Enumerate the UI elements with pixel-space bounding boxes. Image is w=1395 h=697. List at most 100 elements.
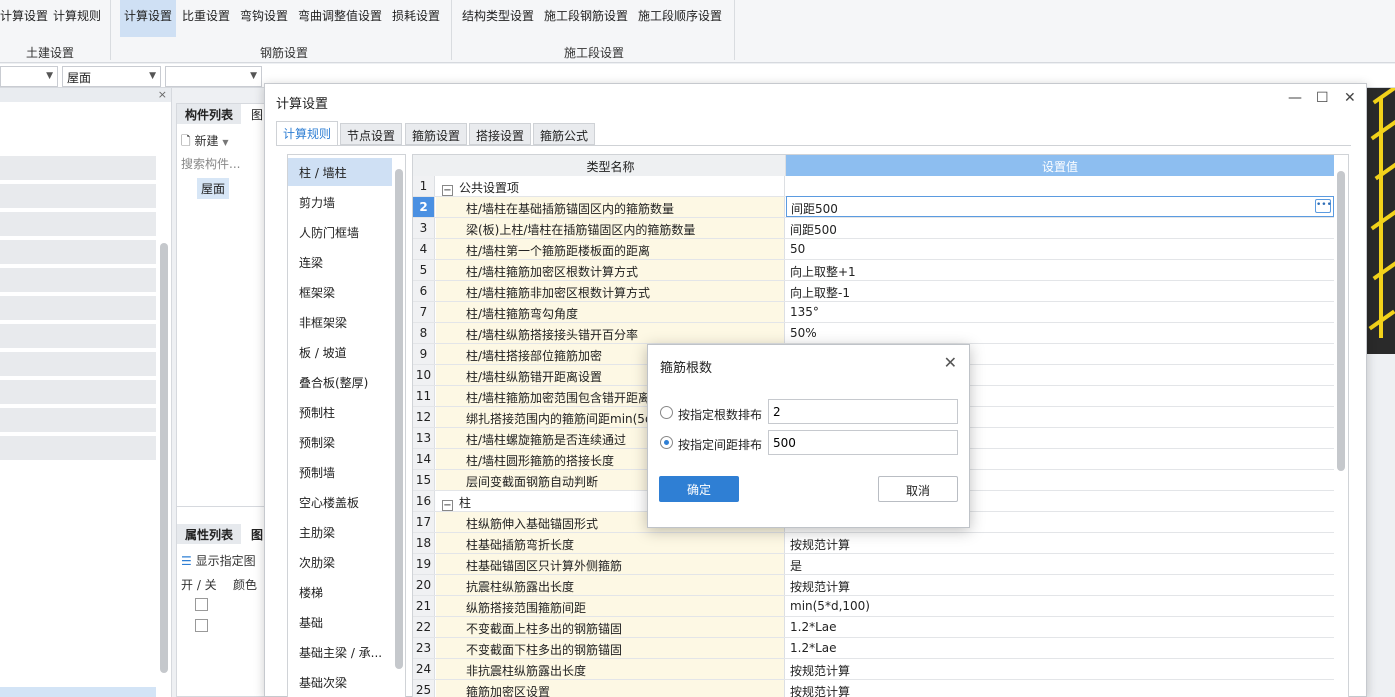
close-icon[interactable]: ✕ — [944, 353, 957, 372]
nav-item[interactable] — [0, 352, 156, 376]
setting-value[interactable]: min(5*d,100) — [786, 596, 1334, 616]
table-row[interactable]: 4 柱/墙柱第一个箍筋距楼板面的距离 50 — [413, 239, 1334, 260]
new-component-button[interactable]: 🗋 新建 ▼ — [181, 132, 228, 153]
setting-value[interactable]: 按规范计算 — [786, 533, 1334, 553]
category-item[interactable]: 次肋梁 — [288, 548, 392, 576]
maximize-icon[interactable]: ☐ — [1316, 90, 1329, 106]
grid-scrollbar[interactable] — [1337, 171, 1345, 471]
nav-item[interactable] — [0, 156, 156, 180]
category-item[interactable]: 柱 / 墙柱 — [288, 158, 392, 186]
floor-dropdown[interactable]: 屋面 ▼ — [62, 66, 161, 87]
collapse-icon[interactable]: − — [442, 500, 453, 511]
table-row[interactable]: 22 不变截面上柱多出的钢筋锚固 1.2*Lae — [413, 617, 1334, 638]
setting-value[interactable]: 向上取整+1 — [786, 260, 1334, 280]
by-spacing-radio[interactable] — [660, 436, 673, 449]
table-row[interactable]: 23 不变截面下柱多出的钢筋锚固 1.2*Lae — [413, 638, 1334, 659]
table-row[interactable]: 24 非抗震柱纵筋露出长度 按规范计算 — [413, 659, 1334, 680]
category-scrollbar[interactable] — [395, 169, 403, 669]
nav-item[interactable] — [0, 240, 156, 264]
layer-checkbox[interactable] — [195, 619, 208, 632]
setting-value[interactable]: 间距500 ••• — [786, 196, 1334, 217]
tab-node-settings[interactable]: 节点设置 — [340, 123, 403, 145]
table-row[interactable]: 21 纵筋搭接范围箍筋间距 min(5*d,100) — [413, 596, 1334, 617]
setting-value[interactable]: 135° — [786, 302, 1334, 322]
nav-item[interactable] — [0, 436, 156, 460]
component-search-input[interactable]: 搜索构件... — [181, 155, 240, 172]
category-item[interactable]: 预制梁 — [288, 428, 392, 456]
ribbon-bend-adjust-button[interactable]: 弯曲调整值设置 — [298, 0, 382, 37]
category-item[interactable]: 框架梁 — [288, 278, 392, 306]
component-dropdown[interactable]: ▼ — [165, 66, 262, 87]
ribbon-hook-button[interactable]: 弯钩设置 — [240, 0, 288, 37]
tab-stirrup-settings[interactable]: 箍筋设置 — [405, 123, 468, 145]
setting-value[interactable]: 是 — [786, 554, 1334, 574]
nav-item[interactable] — [0, 296, 156, 320]
table-row[interactable]: 3 梁(板)上柱/墙柱在插筋锚固区内的箍筋数量 间距500 — [413, 218, 1334, 239]
panel-close-icon[interactable]: × — [158, 88, 167, 101]
category-item[interactable]: 预制墙 — [288, 458, 392, 486]
table-row[interactable]: 7 柱/墙柱箍筋弯勾角度 135° — [413, 302, 1334, 323]
category-item[interactable]: 非框架梁 — [288, 308, 392, 336]
ribbon-density-button[interactable]: 比重设置 — [182, 0, 230, 37]
nav-item[interactable] — [0, 212, 156, 236]
category-item[interactable]: 叠合板(整厚) — [288, 368, 392, 396]
category-item[interactable]: 连梁 — [288, 248, 392, 276]
table-row[interactable]: 1− 公共设置项 — [413, 176, 1334, 197]
tab-property-list[interactable]: 属性列表 — [177, 524, 242, 544]
setting-value[interactable]: 向上取整-1 — [786, 281, 1334, 301]
table-row[interactable]: 6 柱/墙柱箍筋非加密区根数计算方式 向上取整-1 — [413, 281, 1334, 302]
close-icon[interactable]: ✕ — [1344, 90, 1356, 106]
category-item[interactable]: 基础次梁 — [288, 668, 392, 696]
setting-value[interactable]: 按规范计算 — [786, 680, 1334, 697]
tab-stirrup-formula[interactable]: 箍筋公式 — [533, 123, 596, 145]
table-row[interactable]: 5 柱/墙柱箍筋加密区根数计算方式 向上取整+1 — [413, 260, 1334, 281]
ok-button[interactable]: 确定 — [659, 476, 739, 502]
table-row[interactable]: 18 柱基础插筋弯折长度 按规范计算 — [413, 533, 1334, 554]
nav-item[interactable] — [0, 268, 156, 292]
category-item[interactable]: 基础主梁 / 承... — [288, 638, 392, 666]
table-row[interactable]: 25 箍筋加密区设置 按规范计算 — [413, 680, 1334, 697]
category-item[interactable]: 楼梯 — [288, 578, 392, 606]
component-item-roof[interactable]: 屋面 — [197, 178, 230, 199]
ribbon-calc-settings-civil-button[interactable]: 计算设置 — [0, 0, 48, 37]
show-layer-button[interactable]: ☰ 显示指定图 — [181, 552, 256, 569]
viewport-3d[interactable] — [1367, 88, 1395, 354]
category-item[interactable]: 空心楼盖板 — [288, 488, 392, 516]
tab-component-list[interactable]: 构件列表 — [177, 104, 242, 124]
nav-item[interactable] — [0, 324, 156, 348]
setting-value[interactable]: 按规范计算 — [786, 659, 1334, 679]
count-input[interactable] — [768, 399, 958, 424]
setting-value[interactable]: 1.2*Lae — [786, 617, 1334, 637]
table-row[interactable]: 20 抗震柱纵筋露出长度 按规范计算 — [413, 575, 1334, 596]
spacing-input[interactable] — [768, 430, 958, 455]
category-item[interactable]: 主肋梁 — [288, 518, 392, 546]
table-row[interactable]: 2 柱/墙柱在基础插筋锚固区内的箍筋数量 间距500 ••• — [413, 196, 1334, 218]
tab-calc-rules[interactable]: 计算规则 — [276, 121, 339, 146]
category-item[interactable]: 基础 — [288, 608, 392, 636]
ellipsis-icon[interactable]: ••• — [1315, 199, 1332, 213]
nav-selected-item[interactable] — [0, 687, 156, 697]
category-item[interactable]: 板 / 坡道 — [288, 338, 392, 366]
layer-checkbox[interactable] — [195, 598, 208, 611]
ribbon-calc-settings-button[interactable]: 计算设置 — [120, 0, 176, 37]
table-row[interactable]: 19 柱基础锚固区只计算外侧箍筋是 — [413, 554, 1334, 575]
minimize-icon[interactable]: — — [1288, 90, 1302, 106]
navigation-scrollbar[interactable] — [160, 243, 168, 673]
tab-lap-settings[interactable]: 搭接设置 — [469, 123, 532, 145]
setting-value[interactable]: 1.2*Lae — [786, 638, 1334, 658]
ribbon-loss-button[interactable]: 损耗设置 — [392, 0, 440, 37]
nav-item[interactable] — [0, 380, 156, 404]
setting-value[interactable]: 50% — [786, 323, 1334, 343]
floor-type-dropdown[interactable]: ▼ — [0, 66, 58, 87]
table-row[interactable]: 8 柱/墙柱纵筋搭接接头错开百分率 50% — [413, 323, 1334, 344]
category-item[interactable]: 预制柱 — [288, 398, 392, 426]
ribbon-section-order-button[interactable]: 施工段顺序设置 — [638, 0, 722, 37]
setting-value[interactable]: 50 — [786, 239, 1334, 259]
ribbon-section-rebar-button[interactable]: 施工段钢筋设置 — [544, 0, 628, 37]
ribbon-calc-rules-button[interactable]: 计算规则 — [53, 0, 101, 37]
cancel-button[interactable]: 取消 — [878, 476, 958, 502]
setting-value[interactable]: 间距500 — [786, 218, 1334, 238]
nav-item[interactable] — [0, 408, 156, 432]
collapse-icon[interactable]: − — [442, 185, 453, 196]
ribbon-structure-type-button[interactable]: 结构类型设置 — [462, 0, 534, 37]
